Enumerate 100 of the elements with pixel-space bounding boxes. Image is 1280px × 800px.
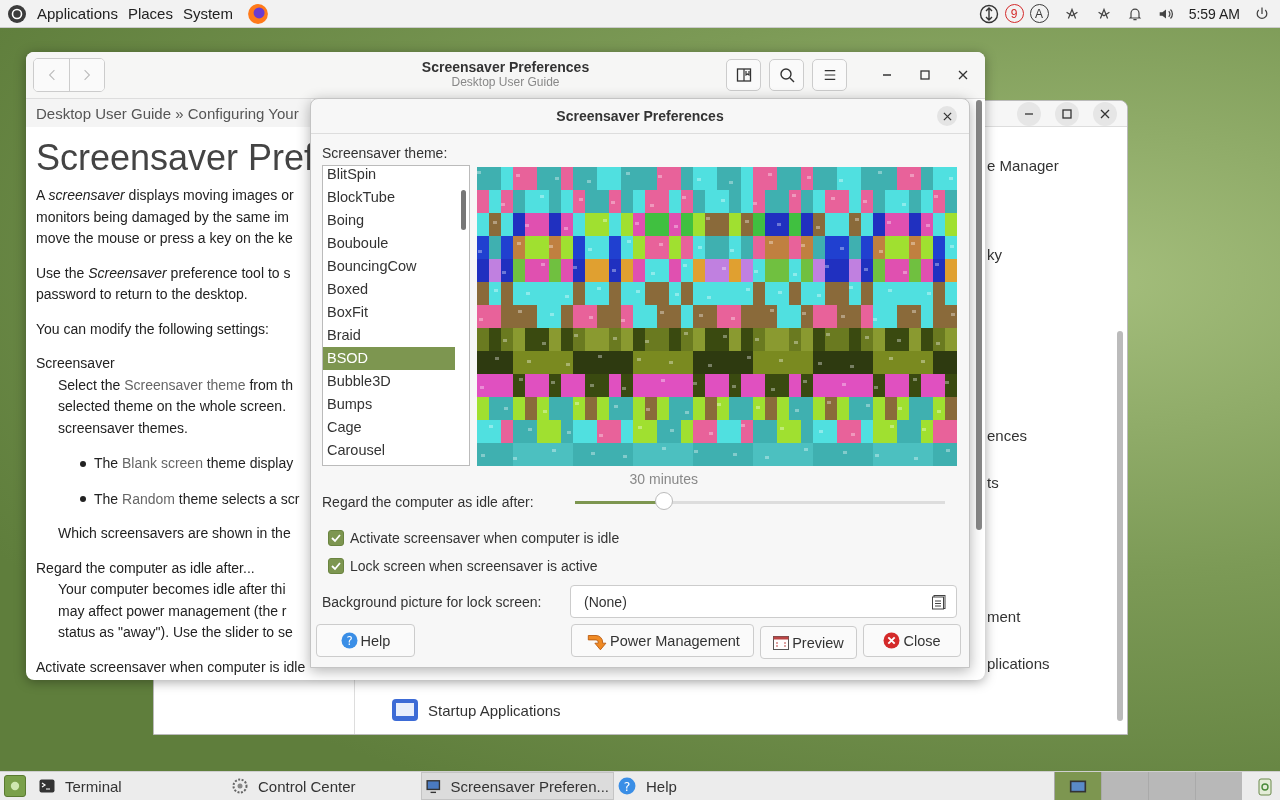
power-icon[interactable] — [1254, 5, 1270, 22]
updates-icon[interactable] — [978, 3, 999, 24]
browser-icon[interactable] — [246, 2, 269, 25]
paragraph: Which screensavers are shown in the — [58, 524, 291, 543]
close-icon — [883, 632, 901, 649]
scrollbar[interactable] — [1117, 331, 1123, 721]
close-button[interactable] — [937, 106, 957, 126]
checkbox-label[interactable]: Lock screen when screensaver is active — [350, 558, 598, 574]
settings-item[interactable]: ment — [987, 608, 1021, 625]
search-button[interactable] — [769, 59, 804, 91]
bullet-icon — [80, 460, 86, 467]
panel-menu[interactable]: Applications — [37, 5, 118, 22]
theme-item[interactable]: Cage — [323, 416, 455, 439]
chevron-right-icon — [83, 68, 91, 82]
maximize-icon — [920, 70, 930, 80]
taskbar-button[interactable]: Terminal — [35, 772, 228, 800]
logo-icon[interactable] — [7, 3, 27, 24]
theme-item[interactable]: BlockTube — [323, 186, 455, 209]
help-icon: ? — [340, 632, 358, 649]
term-text: Regard the computer as idle after... — [36, 558, 255, 578]
search-icon — [778, 67, 795, 83]
background-label: Background picture for lock screen: — [322, 593, 543, 610]
link[interactable]: Random — [122, 490, 175, 507]
document-icon — [931, 593, 947, 610]
theme-item[interactable]: Bouboule — [323, 232, 455, 255]
paragraph: A screensaver displays moving images or monitors being damaged by the same im move the mouse or press a key on the ke — [36, 186, 294, 248]
window-subtitle: Desktop User Guide — [451, 75, 560, 89]
maximize-button[interactable] — [1055, 101, 1079, 126]
theme-item[interactable]: Bubble3D — [323, 370, 455, 393]
panel-menu[interactable]: Places — [127, 5, 173, 22]
dialog-button[interactable]: Preview — [760, 626, 857, 659]
item-label: Startup Applications — [428, 702, 561, 719]
close-button[interactable] — [1093, 101, 1117, 126]
dialog-button[interactable]: Close — [863, 624, 961, 657]
page-heading: Screensaver Pref — [36, 137, 315, 179]
slider-handle[interactable] — [654, 491, 673, 510]
dialog-button[interactable]: ? Help — [316, 624, 415, 657]
theme-item[interactable]: Bumps — [323, 393, 455, 416]
settings-item[interactable]: ences — [987, 427, 1028, 444]
paragraph: Your computer becomes idle after thi may affect power management (the r status as "away"). Use the slider to se — [58, 580, 293, 642]
dialog-button[interactable]: Power Management — [571, 624, 754, 657]
maximize-icon — [1062, 108, 1072, 119]
file-chooser-field[interactable]: (None) — [570, 585, 957, 618]
dot-icon — [10, 781, 20, 791]
checkbox-label[interactable]: Activate screensaver when computer is idle — [350, 530, 620, 546]
monitor-icon — [426, 778, 441, 794]
theme-item[interactable]: BoxFit — [323, 301, 455, 324]
minimize-button[interactable] — [1017, 101, 1041, 126]
window-title: Screensaver Preferences — [421, 59, 590, 75]
paragraph: Select the Screensaver theme from th selected theme on the whole screen. screensaver themes. — [58, 375, 294, 438]
idle-label: Regard the computer as idle after: — [322, 494, 535, 510]
workspace-button[interactable] — [1054, 772, 1101, 800]
theme-item[interactable]: BouncingCow — [323, 255, 455, 278]
slider-value: 30 minutes — [629, 471, 699, 487]
bookmarks-button[interactable] — [726, 59, 761, 91]
close-icon — [1100, 108, 1110, 119]
link[interactable]: Blank screen — [122, 455, 203, 471]
paragraph: You can modify the following settings: — [36, 319, 269, 339]
theme-item[interactable]: Braid — [323, 324, 455, 347]
theme-item[interactable]: Boxed — [323, 278, 455, 301]
minimize-icon — [882, 74, 892, 76]
settings-item[interactable]: Startup Applications — [391, 696, 561, 725]
taskbar-button[interactable]: ? Help — [614, 772, 734, 800]
show-desktop-button[interactable] — [4, 775, 26, 797]
help-icon: ? — [618, 777, 636, 795]
scrollbar[interactable] — [461, 190, 466, 230]
dialog-title: Screensaver Preferences — [556, 108, 724, 124]
theme-item[interactable]: BlitSpin — [323, 166, 455, 186]
clock[interactable]: 5:59 AM — [1188, 5, 1240, 22]
minimize-icon — [1024, 112, 1034, 115]
taskbar-button[interactable]: Control Center — [228, 772, 421, 800]
settings-item[interactable]: plications — [987, 655, 1050, 672]
term-text: Activate screensaver when computer is idle — [36, 657, 306, 677]
paragraph: The Random theme selects a scr — [94, 489, 300, 509]
settings-item[interactable]: ky — [987, 246, 1002, 263]
terminal-icon — [39, 778, 55, 794]
close-icon — [958, 70, 968, 80]
book-icon — [735, 67, 752, 83]
bullet-icon — [80, 496, 86, 503]
taskbar-button[interactable]: Screensaver Preferen... — [421, 772, 614, 800]
menu-button[interactable] — [812, 59, 847, 91]
scrollbar[interactable] — [976, 100, 982, 530]
breadcrumb[interactable]: Desktop User Guide » Configuring Your — [26, 99, 311, 127]
window-icon — [1069, 779, 1087, 793]
link[interactable]: Screensaver theme — [124, 376, 246, 393]
theme-label: Screensaver theme: — [322, 145, 449, 161]
settings-item[interactable]: e Manager — [987, 157, 1059, 174]
window-icon — [773, 634, 790, 651]
checkbox[interactable] — [328, 558, 344, 574]
settings-item[interactable]: ts — [987, 474, 999, 491]
menu-icon — [822, 68, 837, 82]
panel-menu[interactable]: System — [182, 5, 233, 22]
checkbox[interactable] — [328, 530, 344, 546]
paragraph: The Blank screen theme display — [94, 454, 294, 473]
paragraph: Use the Screensaver preference tool to s password to return to the desktop. — [36, 263, 291, 304]
theme-item[interactable]: Boing — [323, 209, 455, 232]
theme-item[interactable]: Carousel — [323, 439, 455, 462]
term-text: Screensaver — [36, 354, 115, 373]
chevron-left-icon — [47, 68, 56, 82]
gear-icon — [232, 778, 248, 794]
